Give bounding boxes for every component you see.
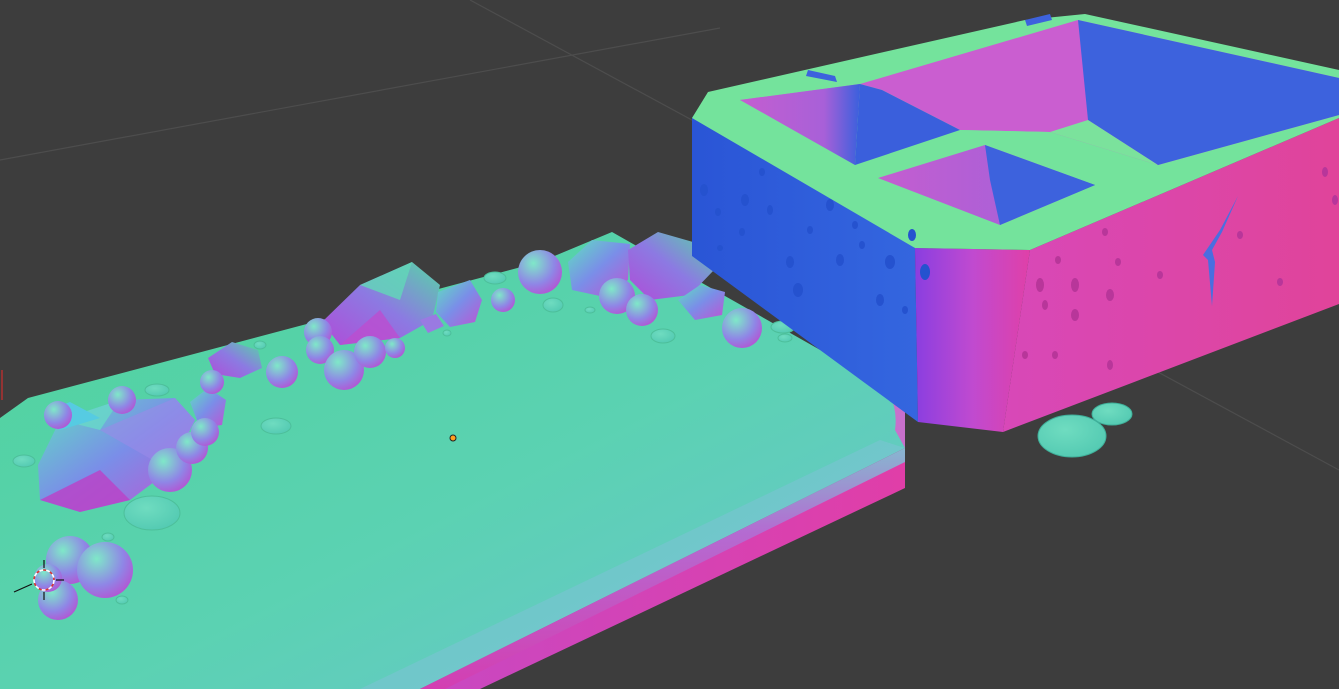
origin-point[interactable] <box>449 434 457 442</box>
3d-viewport[interactable] <box>0 0 1339 689</box>
viewport-scene[interactable] <box>0 0 1339 689</box>
